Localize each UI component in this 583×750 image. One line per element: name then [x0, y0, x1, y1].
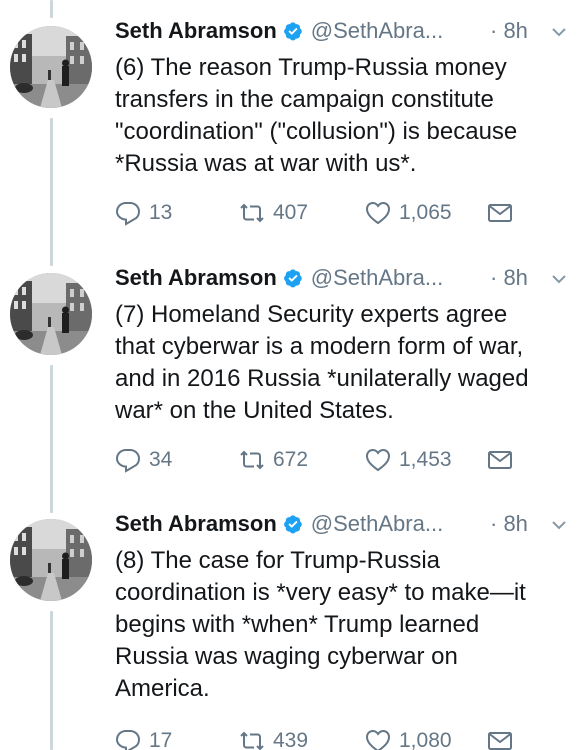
retweet-count: 672 [273, 448, 309, 471]
reply-icon [115, 449, 141, 473]
chevron-down-icon[interactable] [552, 272, 566, 286]
author-handle[interactable]: @SethAbra... [311, 511, 443, 536]
tweet-text-line: (6) The reason Trump-Russia money [115, 54, 507, 81]
tweet-actions: 17 439 1,080 [115, 726, 575, 750]
thread-connector [50, 0, 53, 18]
retweet-count: 407 [273, 201, 309, 224]
like-count: 1,453 [399, 448, 452, 471]
verified-badge-icon [283, 515, 302, 534]
reply-count: 34 [149, 448, 173, 471]
tweet-timestamp[interactable]: · 8h [490, 507, 528, 541]
envelope-icon[interactable] [487, 729, 513, 750]
envelope-icon[interactable] [487, 201, 513, 225]
author-handle[interactable]: @SethAbra... [311, 18, 443, 43]
reply-count: 17 [149, 729, 173, 750]
thread-connector [50, 611, 53, 750]
chevron-down-icon[interactable] [552, 25, 566, 39]
tweet-text-line: America. [115, 675, 210, 702]
reply-count: 13 [149, 201, 173, 224]
tweet-text-line: "coordination" ("collusion") is because [115, 118, 518, 145]
author-name[interactable]: Seth Abramson [115, 265, 277, 290]
tweet-header: Seth Abramson @SethAbra... · 8h [115, 507, 575, 541]
tweet-text: (6) The reason Trump-Russia money transf… [115, 52, 555, 180]
envelope-icon[interactable] [487, 448, 513, 472]
heart-icon [365, 448, 391, 472]
tweet-actions: 34 672 1,453 [115, 445, 575, 475]
avatar[interactable] [10, 273, 92, 355]
tweet-timestamp[interactable]: · 8h [490, 261, 528, 295]
tweet-text-line: and in 2016 Russia *unilaterally waged [115, 365, 529, 392]
tweet-text-line: that cyberwar is a modern form of war, [115, 333, 524, 360]
retweet-icon [240, 450, 264, 470]
tweet-text-line: (7) Homeland Security experts agree [115, 301, 508, 328]
verified-badge-icon [283, 269, 302, 288]
retweet-icon [240, 203, 264, 223]
thread-connector [50, 118, 53, 266]
retweet-count: 439 [273, 729, 309, 750]
like-count: 1,065 [399, 201, 452, 224]
author-name[interactable]: Seth Abramson [115, 511, 277, 536]
reply-icon [115, 730, 141, 750]
tweet-header: Seth Abramson @SethAbra... · 8h [115, 14, 575, 48]
tweet-header: Seth Abramson @SethAbra... · 8h [115, 261, 575, 295]
tweet-text-line: coordination is *very easy* to make—it [115, 579, 526, 606]
author-name[interactable]: Seth Abramson [115, 18, 277, 43]
avatar[interactable] [10, 26, 92, 108]
heart-icon [365, 201, 391, 225]
verified-badge-icon [283, 22, 302, 41]
tweet-text: (8) The case for Trump-Russia coordinati… [115, 545, 555, 705]
thread-connector [50, 365, 53, 513]
retweet-icon [240, 731, 264, 750]
tweet-text-line: Russia was waging cyberwar on [115, 643, 458, 670]
tweet-actions: 13 407 1,065 [115, 198, 575, 228]
avatar[interactable] [10, 519, 92, 601]
tweet-text-line: war* on the United States. [115, 397, 394, 424]
tweet-timestamp[interactable]: · 8h [490, 14, 528, 48]
tweet-text-line: (8) The case for Trump-Russia [115, 547, 440, 574]
tweet-text-line: begins with *when* Trump learned [115, 611, 480, 638]
tweet-text: (7) Homeland Security experts agree that… [115, 299, 555, 427]
chevron-down-icon[interactable] [552, 518, 566, 532]
tweet-text-line: *Russia was at war with us*. [115, 150, 417, 177]
author-handle[interactable]: @SethAbra... [311, 265, 443, 290]
tweet-text-line: transfers in the campaign constitute [115, 86, 494, 113]
like-count: 1,080 [399, 729, 452, 750]
heart-icon [365, 729, 391, 750]
reply-icon [115, 202, 141, 226]
